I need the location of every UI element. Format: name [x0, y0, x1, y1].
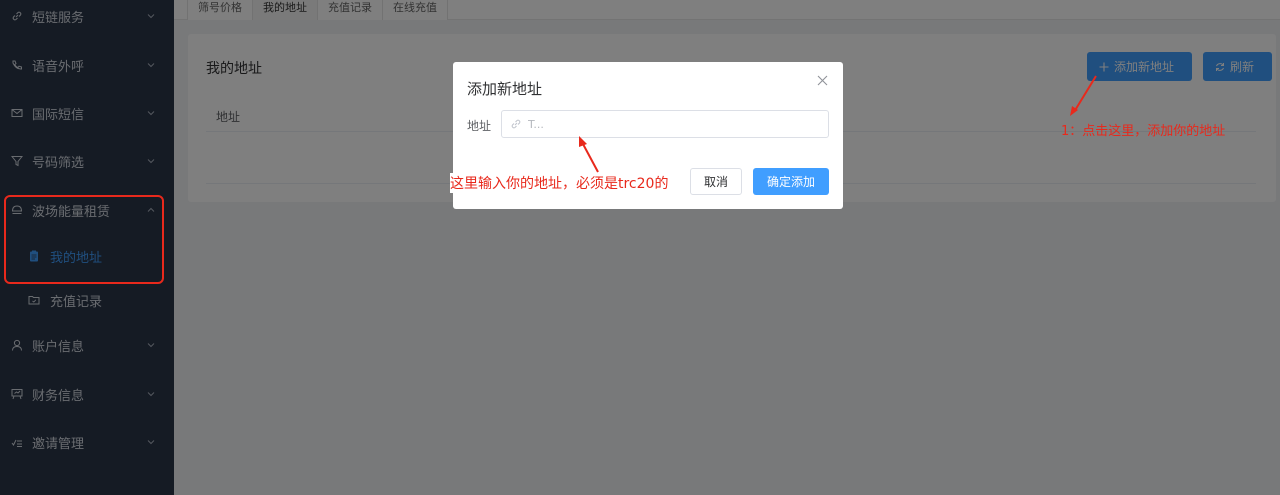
annotation-arrow-icon — [579, 136, 599, 173]
close-icon[interactable] — [817, 75, 828, 86]
address-input[interactable] — [528, 115, 818, 133]
annotation-step2: 这里输入你的地址，必须是trc20的 — [450, 173, 669, 193]
annotation-step1: 1：点击这里，添加你的地址 — [1061, 124, 1226, 139]
highlight-box — [4, 195, 164, 284]
annotation-arrow-icon — [1070, 75, 1097, 116]
link-icon — [511, 119, 521, 129]
dialog-title: 添加新地址 — [467, 80, 543, 98]
cancel-button[interactable]: 取消 — [690, 168, 742, 195]
address-field-label: 地址 — [467, 119, 492, 133]
confirm-add-button[interactable]: 确定添加 — [753, 168, 829, 195]
address-field[interactable] — [501, 110, 829, 138]
